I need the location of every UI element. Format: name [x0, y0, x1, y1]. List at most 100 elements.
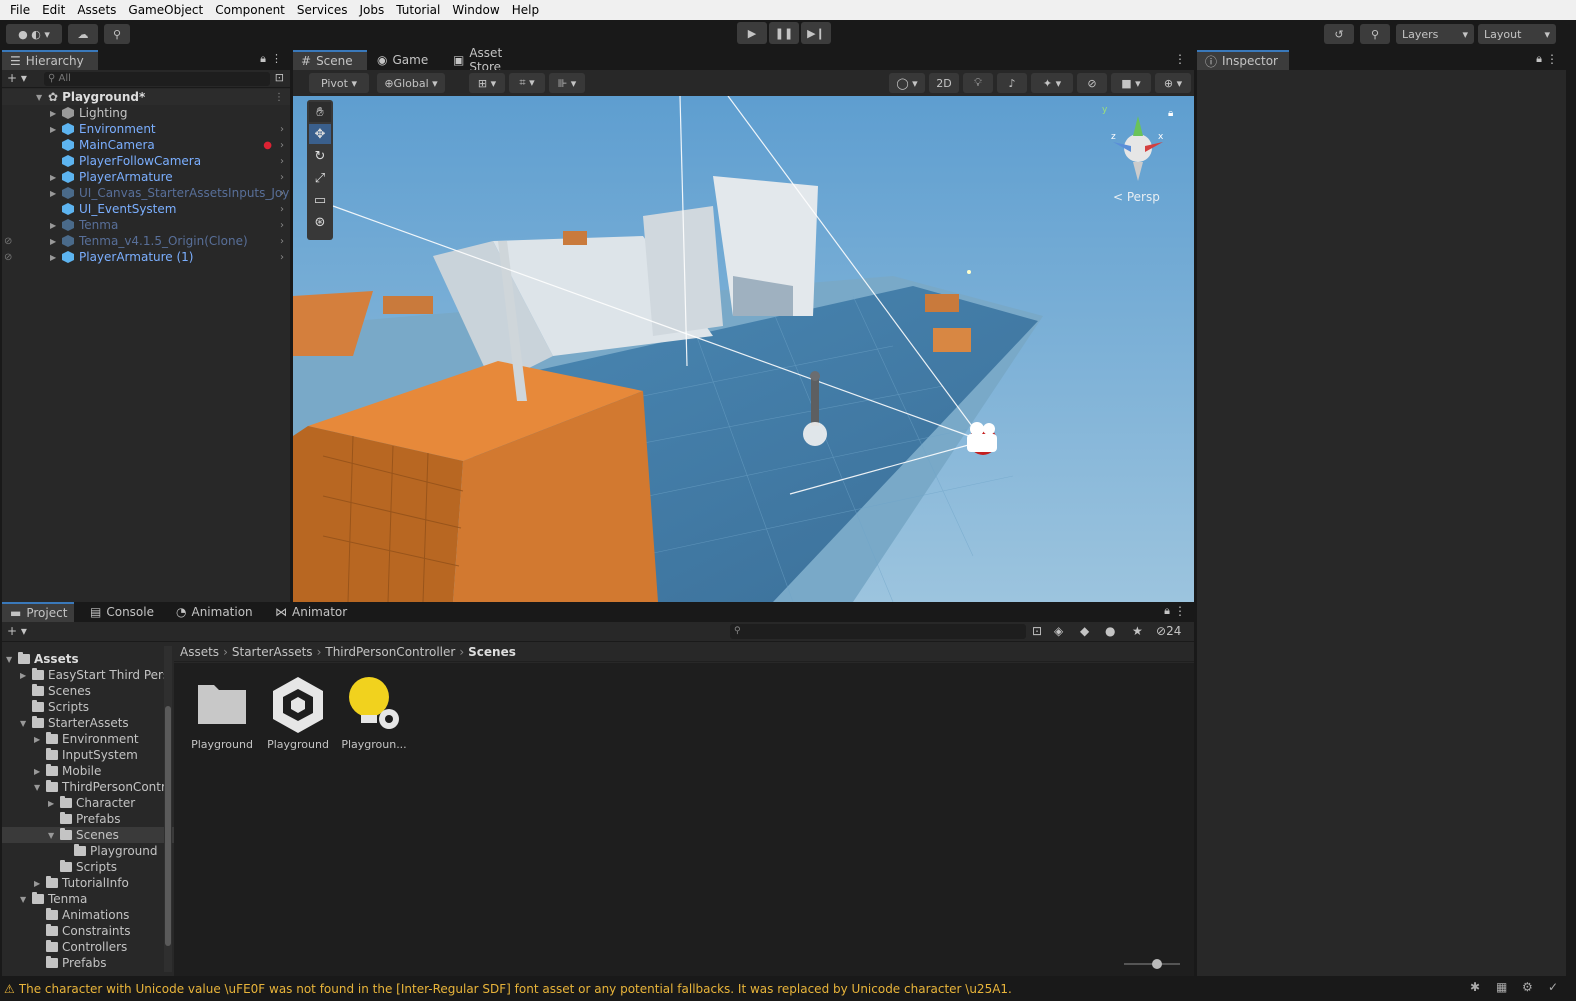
list-item[interactable]: Playground	[2, 843, 174, 859]
tree-scrollbar[interactable]	[164, 646, 172, 972]
list-item[interactable]: Animations	[2, 907, 174, 923]
list-item[interactable]: Constraints	[2, 923, 174, 939]
list-item[interactable]: ▶ EasyStart Third Pers	[2, 667, 174, 683]
menu-edit[interactable]: Edit	[36, 0, 71, 20]
list-item[interactable]: ▼ Tenma	[2, 891, 174, 907]
warning-filter-icon[interactable]: ●	[1105, 624, 1115, 638]
visibility-toggle[interactable]: ⊘	[1077, 73, 1107, 93]
more-icon[interactable]: ⋮	[1546, 52, 1558, 66]
cloud-button[interactable]: ☁	[68, 24, 98, 44]
tab-inspector[interactable]: ⓘ Inspector	[1197, 50, 1289, 70]
move-tool-button[interactable]: ✥	[309, 124, 331, 144]
layers-dropdown[interactable]: Layers ▾	[1396, 24, 1474, 44]
hidden-packages-button[interactable]: ⊘24	[1156, 624, 1181, 638]
menu-component[interactable]: Component	[209, 0, 291, 20]
hidden-eye-icon[interactable]: ⊘	[4, 236, 12, 247]
tab-scene[interactable]: # Scene	[293, 50, 367, 70]
history-button[interactable]: ↺	[1324, 24, 1354, 44]
asset-item[interactable]: Playground	[264, 675, 332, 755]
breadcrumb-item[interactable]: Assets	[180, 645, 219, 659]
list-item[interactable]: MainCamera ● ›	[2, 137, 290, 153]
zoom-slider[interactable]	[1124, 959, 1180, 969]
list-item[interactable]: ⊘ ▶ PlayerArmature (1) ›	[2, 249, 290, 265]
audio-toggle[interactable]: ♪	[997, 73, 1027, 93]
chevron-right-icon[interactable]: ›	[280, 140, 284, 151]
hidden-eye-icon[interactable]: ⊘	[4, 252, 12, 263]
rotate-tool-button[interactable]: ↻	[309, 146, 331, 166]
breadcrumb-current[interactable]: Scenes	[468, 645, 516, 659]
search-button[interactable]: ⚲	[1360, 24, 1390, 44]
chevron-right-icon[interactable]: ›	[280, 252, 284, 263]
perspective-label[interactable]: < Persp	[1113, 190, 1160, 204]
mode-2d-button[interactable]: 2D	[929, 73, 959, 93]
list-item[interactable]: ▶ PlayerArmature ›	[2, 169, 290, 185]
scene-viewport[interactable]: ✋︎ ✥ ↻ ⤢ ▭ ⊛ y x z 🔒︎ < Persp	[293, 96, 1194, 602]
effects-dropdown[interactable]: ✦ ▾	[1031, 73, 1073, 93]
pause-button[interactable]: ❚❚	[769, 22, 799, 44]
tab-hierarchy[interactable]: ☰ Hierarchy	[2, 50, 98, 70]
collab-button[interactable]: ⚲	[104, 24, 130, 44]
check-icon[interactable]: ✓	[1548, 980, 1558, 994]
list-item[interactable]: ▼ ThirdPersonContr	[2, 779, 174, 795]
list-item[interactable]: ▶ TutorialInfo	[2, 875, 174, 891]
debug-icon[interactable]: ✱	[1470, 980, 1480, 994]
project-search-input[interactable]: ⚲	[730, 624, 1026, 639]
menu-tutorial[interactable]: Tutorial	[390, 0, 446, 20]
zoom-slider-thumb[interactable]	[1152, 959, 1162, 969]
list-item[interactable]: InputSystem	[2, 747, 174, 763]
more-icon[interactable]: ⋮	[1174, 52, 1186, 66]
pivot-dropdown[interactable]: Pivot ▾	[309, 73, 369, 93]
menu-file[interactable]: File	[4, 0, 36, 20]
global-dropdown[interactable]: ⊕ Global ▾	[377, 73, 445, 93]
more-icon[interactable]: ⋮	[1174, 604, 1186, 618]
account-button[interactable]: ● ◐ ▾	[6, 24, 62, 44]
add-icon[interactable]: + ▾	[7, 71, 27, 85]
list-item[interactable]: ▶ Environment	[2, 731, 174, 747]
breadcrumb-item[interactable]: StarterAssets	[232, 645, 313, 659]
list-item[interactable]: ▶ Tenma ›	[2, 217, 290, 233]
favorite-icon[interactable]: ★	[1132, 624, 1143, 638]
lighting-toggle[interactable]: 💡︎	[963, 73, 993, 93]
tab-game[interactable]: ◉ Game	[369, 50, 441, 70]
scale-tool-button[interactable]: ⤢	[309, 168, 331, 188]
hierarchy-search-input[interactable]: ⚲ All	[44, 72, 270, 86]
list-item[interactable]: Scenes	[2, 683, 174, 699]
list-item[interactable]: UI_EventSystem ›	[2, 201, 290, 217]
chevron-right-icon[interactable]: ›	[280, 220, 284, 231]
list-item[interactable]: ▼ Assets	[2, 651, 174, 667]
lock-icon[interactable]: 🔒︎	[1536, 52, 1542, 66]
chevron-right-icon[interactable]: ›	[280, 172, 284, 183]
shading-mode-button[interactable]: ◯ ▾	[889, 73, 925, 93]
step-button[interactable]: ▶❙	[801, 22, 831, 44]
transform-tool-button[interactable]: ⊛	[309, 212, 331, 232]
list-item[interactable]: PlayerFollowCamera ›	[2, 153, 290, 169]
breadcrumb-item[interactable]: ThirdPersonController	[325, 645, 455, 659]
asset-item[interactable]: Playground	[188, 675, 256, 755]
grid-snap-button[interactable]: ⊞ ▾	[469, 73, 505, 93]
list-item[interactable]: ▶ Lighting	[2, 105, 290, 121]
list-item[interactable]: ▶ Environment ›	[2, 121, 290, 137]
label-filter-icon[interactable]: ◆	[1080, 624, 1089, 638]
view-tool-button[interactable]: ✋︎	[309, 102, 331, 122]
menu-assets[interactable]: Assets	[71, 0, 122, 20]
tab-asset-store[interactable]: ▣ Asset Store	[445, 46, 543, 74]
menu-services[interactable]: Services	[291, 0, 354, 20]
tab-animation[interactable]: ◔ Animation	[168, 602, 260, 622]
list-item[interactable]: Controllers	[2, 939, 174, 955]
scrollbar-thumb[interactable]	[165, 706, 171, 946]
lock-icon[interactable]: 🔒︎	[1164, 604, 1170, 618]
status-bar[interactable]: ⚠ The character with Unicode value \uFE0…	[0, 976, 1576, 1001]
search-filter-icon[interactable]: ⊡	[1032, 624, 1042, 638]
tab-animator[interactable]: ⋈ Animator	[267, 602, 349, 622]
more-icon[interactable]: ⋮	[274, 92, 284, 103]
tab-console[interactable]: ▤ Console	[82, 602, 162, 622]
menu-gameobject[interactable]: GameObject	[122, 0, 209, 20]
list-item[interactable]: ▶ Mobile	[2, 763, 174, 779]
lock-icon[interactable]: 🔒︎	[1168, 108, 1173, 119]
layout-dropdown[interactable]: Layout ▾	[1478, 24, 1556, 44]
menu-jobs[interactable]: Jobs	[354, 0, 391, 20]
chevron-right-icon[interactable]: ›	[280, 156, 284, 167]
rect-tool-button[interactable]: ▭	[309, 190, 331, 210]
list-item[interactable]: ▶ Character	[2, 795, 174, 811]
chevron-right-icon[interactable]: ›	[280, 236, 284, 247]
